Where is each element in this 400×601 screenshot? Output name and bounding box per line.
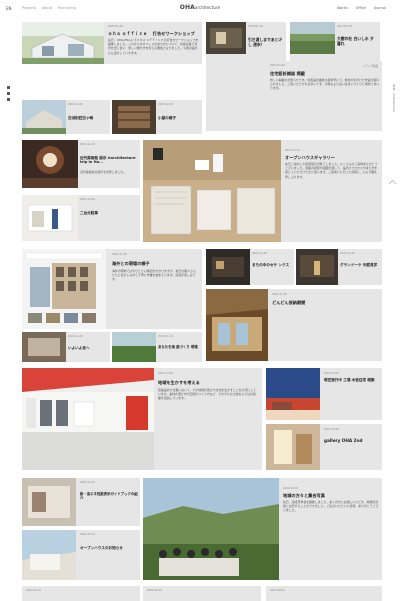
nav-office[interactable]: Office: [356, 6, 366, 10]
twitter-icon[interactable]: [7, 98, 10, 101]
post-title: 地域の方々と集合写真: [283, 493, 325, 498]
post-card-handover[interactable]: 2023.01.10 引き渡しまであと少し 週末！: [206, 22, 286, 64]
post-title: 近代美術館 展示 #architecture trip in Ha...: [80, 156, 136, 165]
post-card-feet[interactable]: 2022.11.15 いよいよ足へ: [22, 332, 110, 362]
social-links: [7, 86, 11, 101]
post-thumbnail: [22, 22, 104, 64]
post-thumbnail: [112, 100, 156, 134]
post-thumbnail: [22, 368, 154, 470]
post-title: 地域を生かすを考える: [158, 380, 200, 385]
post-title: 新・省エネ性能表示ガイドブックの紹介: [80, 492, 138, 501]
post-thumbnail: [112, 332, 156, 362]
site-header: EN Projects About Recruiting OHAarchitec…: [0, 0, 400, 18]
post-thumbnail: [22, 140, 78, 188]
post-card-group-photo[interactable]: 2022.10.18 地域の方々と集合写真 先日、完成見学会を開催しました。多く…: [143, 478, 382, 580]
nav-works[interactable]: Works: [337, 6, 348, 10]
post-card-region[interactable]: 2022.11.08 地域を生かすを考える 建築設計の仕事において、その地域の風…: [22, 368, 262, 470]
post-title: まちの中のセサ ンクス: [252, 263, 290, 267]
post-excerpt: 新しい掲載のお知らせです。住宅設計雑誌の最新号にて、弊社の手がけた作品が紹介され…: [270, 78, 380, 91]
post-title: グランドーケ 中庭見学: [340, 263, 378, 267]
post-thumbnail: [206, 289, 268, 361]
post-card-extension[interactable]: 2022.11.02 現在進行中 工場 木造住宅 増築: [266, 368, 382, 420]
post-card-peek-1[interactable]: 2022.10.10: [22, 586, 140, 601]
post-title: gallery OHA 2nd: [324, 438, 363, 443]
post-excerpt: 建築設計の仕事において、その地域の風土や文化を生かすことを大切にしています。素材…: [158, 388, 256, 401]
post-card-guidebook[interactable]: 2022.10.20 新・省エネ性能表示ガイドブックの紹介: [22, 478, 140, 526]
post-thumbnail: [296, 249, 338, 285]
post-title: あなたを海 庭づくり 現場: [158, 345, 198, 349]
post-excerpt: 先日ご案内した模型展示が終了しました。たくさんのご来場ありがとうございました。建…: [285, 162, 378, 179]
post-card-machi[interactable]: 2022.11.28 まちの中のセサ ンクス: [206, 249, 294, 285]
post-card-hut[interactable]: 2022.12.20 小屋の様子: [112, 100, 202, 134]
post-card-office-workshop[interactable]: 2023.01.16 ｏｈａ ｏｆｆｉｃｅ 打合せワークショップ 先日、OHAo…: [22, 22, 202, 64]
post-card-overseas-site[interactable]: 2022.11.30 海外との現場の様子 海外の現場ではやりとりに時間がかかりま…: [22, 249, 202, 329]
nav-journal[interactable]: Journal: [374, 6, 386, 10]
post-card-garden[interactable]: 2022.11.12 あなたを海 庭づくり 現場: [112, 332, 202, 362]
post-title: 白浜別荘白ヶ崎: [68, 116, 94, 120]
post-title: 住宅設計雑誌 掲載: [270, 71, 305, 76]
post-card-temp-delivery[interactable]: 2022.11.20 どんどん仮納期間: [206, 289, 382, 361]
post-title: 小屋の様子: [158, 116, 176, 120]
post-excerpt: 先日、OHAofficeにてｏｈａ ｏｆｆｉｃｅの打合せワークショップを開催しま…: [108, 38, 199, 55]
post-card-peek-3[interactable]: 2022.10.01: [266, 586, 382, 601]
post-title: 現在進行中 工場 木造住宅 増築: [324, 378, 375, 382]
post-card-open-house-notice[interactable]: 2022.10.15 オープンハウスのお知らせ: [22, 530, 140, 580]
post-card-peek-2[interactable]: 2022.10.05: [143, 586, 261, 601]
post-title: オープンハウスギャラリー: [285, 155, 335, 160]
post-card-open-house-gallery[interactable]: 2022.12.12 オープンハウスギャラリー 先日ご案内した模型展示が終了しま…: [143, 140, 382, 242]
post-excerpt: 海外の現場ではやりとりに時間がかかりますが、地元の職人さんたちと協力しながら丁寧…: [112, 269, 196, 282]
post-card-courtyard[interactable]: 2022.11.25 グランドーケ 中庭見学: [296, 249, 382, 285]
post-thumbnail: [206, 22, 246, 54]
post-title: 海外との現場の様子: [112, 261, 150, 266]
post-card-gallery-2nd[interactable]: 2022.10.28 gallery OHA 2nd: [266, 424, 382, 470]
post-thumbnail: [22, 195, 78, 241]
post-thumbnail: [22, 100, 66, 134]
post-thumbnail: [22, 478, 76, 526]
post-title: 引き渡しまであと少し 週末！: [248, 37, 283, 47]
instagram-icon[interactable]: [7, 92, 10, 95]
post-title: いよいよ足へ: [68, 346, 90, 350]
post-thumbnail: [143, 478, 279, 580]
facebook-icon[interactable]: [7, 86, 10, 89]
post-thumbnail: [206, 249, 250, 285]
post-card-museum[interactable]: 2022.12.15 近代美術館 展示 #architecture trip i…: [22, 140, 140, 188]
post-card-parking[interactable]: 2022.12.08 二台分駐車: [22, 195, 140, 241]
nav-recruiting[interactable]: Recruiting: [58, 6, 76, 10]
post-thumbnail: [290, 22, 335, 54]
language-toggle[interactable]: EN: [6, 6, 12, 11]
post-thumbnail: [22, 332, 66, 362]
post-title: オープンハウスのお知らせ: [80, 546, 123, 550]
post-thumbnail: [266, 368, 320, 420]
nav-about[interactable]: About: [42, 6, 52, 10]
site-logo[interactable]: OHAarchitecture: [180, 4, 220, 11]
nav-projects[interactable]: Projects: [22, 6, 36, 10]
post-thumbnail: [22, 530, 76, 580]
scroll-top-icon[interactable]: [389, 180, 396, 184]
post-thumbnail: [143, 140, 281, 242]
post-title: ｏｈａ ｏｆｆｉｃｅ 打合せワークショップ: [108, 31, 195, 36]
post-card-villa[interactable]: 2022.12.22 白浜別荘白ヶ崎: [22, 100, 110, 134]
post-excerpt: 先日、完成見学会を開催しました。多くの方にお越しいただき、地域の皆様と交流するこ…: [283, 500, 379, 513]
post-card-media[interactable]: 2023.01.05 メディア掲載 住宅設計雑誌 掲載 新しい掲載のお知らせです。…: [206, 61, 382, 131]
post-title: 二台分駐車: [80, 211, 98, 215]
post-title: 大樹の杜 白いし水 夕暮れ: [337, 36, 374, 46]
post-title: どんどん仮納期間: [272, 300, 306, 305]
post-thumbnail: [22, 249, 106, 329]
top-nav: Projects About Recruiting: [22, 6, 76, 10]
post-excerpt: 近代美術館の展示を見学しました。: [80, 170, 127, 174]
post-thumbnail: [266, 424, 320, 470]
side-tag: OHA · Architecture: [392, 84, 396, 112]
right-nav: Works Office Journal: [337, 6, 386, 10]
post-card-sunset[interactable]: 2023.01.08 大樹の杜 白いし水 夕暮れ: [290, 22, 380, 64]
